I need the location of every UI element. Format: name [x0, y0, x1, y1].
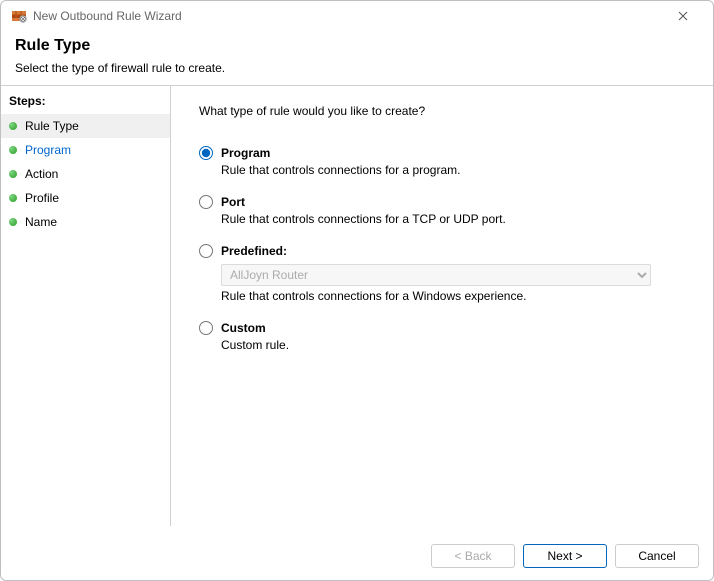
titlebar: New Outbound Rule Wizard	[1, 1, 713, 31]
option-port: Port Rule that controls connections for a…	[199, 195, 685, 226]
radio-predefined[interactable]	[199, 244, 213, 258]
step-bullet-icon	[9, 122, 17, 130]
option-row-custom[interactable]: Custom	[199, 321, 685, 335]
content-pane: What type of rule would you like to crea…	[171, 86, 713, 526]
next-button[interactable]: Next >	[523, 544, 607, 568]
wizard-header: Rule Type Select the type of firewall ru…	[1, 31, 713, 85]
option-program: Program Rule that controls connections fo…	[199, 146, 685, 177]
option-row-program[interactable]: Program	[199, 146, 685, 160]
option-custom: Custom Custom rule.	[199, 321, 685, 352]
step-label: Profile	[25, 191, 59, 205]
sidebar-step-action: Action	[1, 162, 170, 186]
option-desc: Rule that controls connections for a pro…	[221, 163, 685, 177]
cancel-button[interactable]: Cancel	[615, 544, 699, 568]
step-label: Rule Type	[25, 119, 79, 133]
option-row-predefined[interactable]: Predefined:	[199, 244, 685, 258]
step-label: Program	[25, 143, 71, 157]
option-desc: Custom rule.	[221, 338, 685, 352]
sidebar-step-name: Name	[1, 210, 170, 234]
option-row-port[interactable]: Port	[199, 195, 685, 209]
option-label: Custom	[221, 321, 266, 335]
prompt-text: What type of rule would you like to crea…	[199, 104, 685, 118]
sidebar-step-rule-type: Rule Type	[1, 114, 170, 138]
option-desc: Rule that controls connections for a TCP…	[221, 212, 685, 226]
close-button[interactable]	[663, 2, 703, 30]
predefined-select: AllJoyn Router	[221, 264, 651, 286]
step-label: Name	[25, 215, 57, 229]
steps-sidebar: Steps: Rule Type Program Action Profile Name	[1, 86, 171, 526]
radio-port[interactable]	[199, 195, 213, 209]
option-predefined: Predefined: AllJoyn Router Rule that contr…	[199, 244, 685, 303]
window-title: New Outbound Rule Wizard	[33, 9, 663, 23]
sidebar-step-profile: Profile	[1, 186, 170, 210]
radio-program[interactable]	[199, 146, 213, 160]
option-desc: Rule that controls connections for a Win…	[221, 289, 685, 303]
option-label: Program	[221, 146, 270, 160]
step-bullet-icon	[9, 170, 17, 178]
wizard-footer: < Back Next > Cancel	[1, 532, 713, 580]
steps-label: Steps:	[1, 92, 170, 114]
sidebar-step-program[interactable]: Program	[1, 138, 170, 162]
step-bullet-icon	[9, 218, 17, 226]
firewall-icon	[11, 8, 27, 24]
page-subheading: Select the type of firewall rule to crea…	[15, 61, 699, 75]
step-bullet-icon	[9, 194, 17, 202]
back-button: < Back	[431, 544, 515, 568]
step-bullet-icon	[9, 146, 17, 154]
option-label: Port	[221, 195, 245, 209]
option-label: Predefined:	[221, 244, 287, 258]
step-label: Action	[25, 167, 58, 181]
page-title: Rule Type	[15, 37, 699, 55]
radio-custom[interactable]	[199, 321, 213, 335]
